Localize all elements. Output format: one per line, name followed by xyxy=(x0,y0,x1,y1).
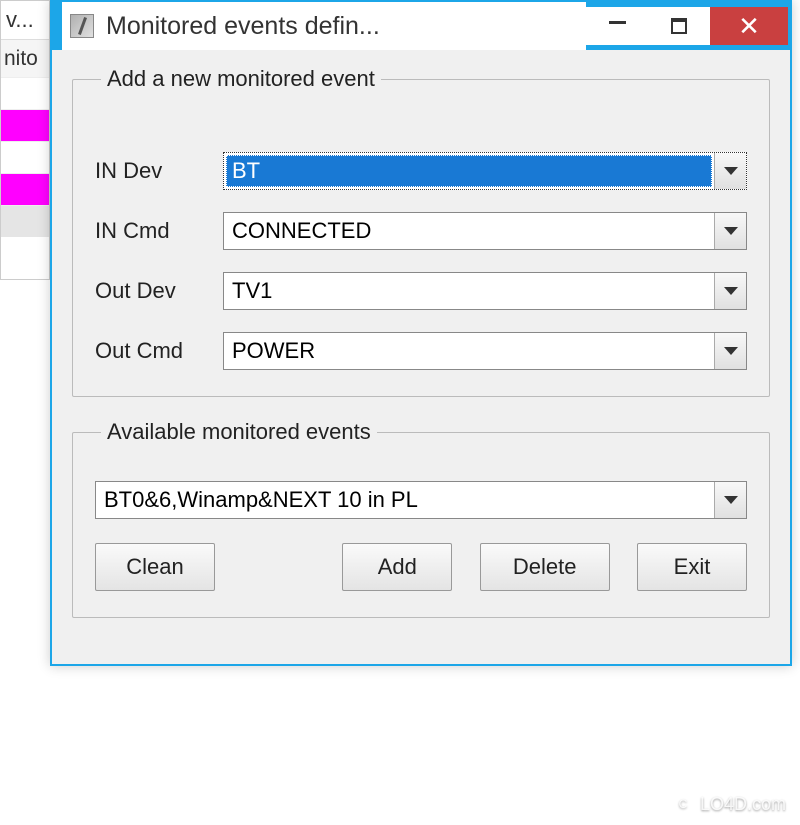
available-events-combo[interactable]: BT0&6,Winamp&NEXT 10 in PL xyxy=(95,481,747,519)
chevron-down-icon[interactable] xyxy=(714,333,746,369)
exit-button[interactable]: Exit xyxy=(637,543,747,591)
background-window: v... nito xyxy=(0,0,50,280)
in-cmd-combo[interactable]: CONNECTED xyxy=(223,212,747,250)
bg-row xyxy=(1,205,49,237)
watermark: C LO4D.com xyxy=(672,793,786,815)
in-cmd-row: IN Cmd CONNECTED xyxy=(95,212,747,250)
chevron-down-icon[interactable] xyxy=(714,153,746,189)
out-cmd-combo[interactable]: POWER xyxy=(223,332,747,370)
add-button[interactable]: Add xyxy=(342,543,452,591)
add-event-group: Add a new monitored event IN Dev BT IN C… xyxy=(72,66,770,397)
bg-title-fragment: v... xyxy=(1,1,49,39)
titlebar-content: Monitored events defin... xyxy=(62,2,586,50)
out-dev-value: TV1 xyxy=(224,273,714,309)
chevron-down-icon[interactable] xyxy=(714,273,746,309)
in-dev-value: BT xyxy=(226,155,712,187)
in-dev-label: IN Dev xyxy=(95,158,223,184)
clean-button[interactable]: Clean xyxy=(95,543,215,591)
dialog-body: Add a new monitored event IN Dev BT IN C… xyxy=(52,50,790,664)
in-cmd-label: IN Cmd xyxy=(95,218,223,244)
out-cmd-label: Out Cmd xyxy=(95,338,223,364)
out-cmd-value: POWER xyxy=(224,333,714,369)
in-dev-combo[interactable]: BT xyxy=(223,152,747,190)
window-title: Monitored events defin... xyxy=(106,12,380,41)
available-events-legend: Available monitored events xyxy=(101,419,377,445)
window-controls xyxy=(586,7,710,45)
bg-row xyxy=(1,109,49,141)
bg-row xyxy=(1,141,49,173)
chevron-down-icon[interactable] xyxy=(714,213,746,249)
out-cmd-row: Out Cmd POWER xyxy=(95,332,747,370)
in-dev-row: IN Dev BT xyxy=(95,152,747,190)
available-events-group: Available monitored events BT0&6,Winamp&… xyxy=(72,419,770,618)
out-dev-combo[interactable]: TV1 xyxy=(223,272,747,310)
in-cmd-value: CONNECTED xyxy=(224,213,714,249)
bg-tab-fragment: nito xyxy=(1,39,49,77)
watermark-text: LO4D.com xyxy=(700,794,786,815)
out-dev-row: Out Dev TV1 xyxy=(95,272,747,310)
maximize-button[interactable] xyxy=(648,7,710,45)
close-button[interactable]: ✕ xyxy=(710,7,788,45)
copyright-icon: C xyxy=(672,793,694,815)
delete-button[interactable]: Delete xyxy=(480,543,610,591)
minimize-button[interactable] xyxy=(586,7,648,45)
add-event-legend: Add a new monitored event xyxy=(101,66,381,92)
out-dev-label: Out Dev xyxy=(95,278,223,304)
bg-row xyxy=(1,173,49,205)
available-events-value: BT0&6,Winamp&NEXT 10 in PL xyxy=(96,482,714,518)
titlebar[interactable]: Monitored events defin... ✕ xyxy=(52,2,790,50)
chevron-down-icon[interactable] xyxy=(714,482,746,518)
button-row: Clean Add Delete Exit xyxy=(95,543,747,591)
monitored-events-dialog: Monitored events defin... ✕ Add a new mo… xyxy=(50,0,792,666)
bg-row xyxy=(1,77,49,109)
app-icon xyxy=(70,14,94,38)
